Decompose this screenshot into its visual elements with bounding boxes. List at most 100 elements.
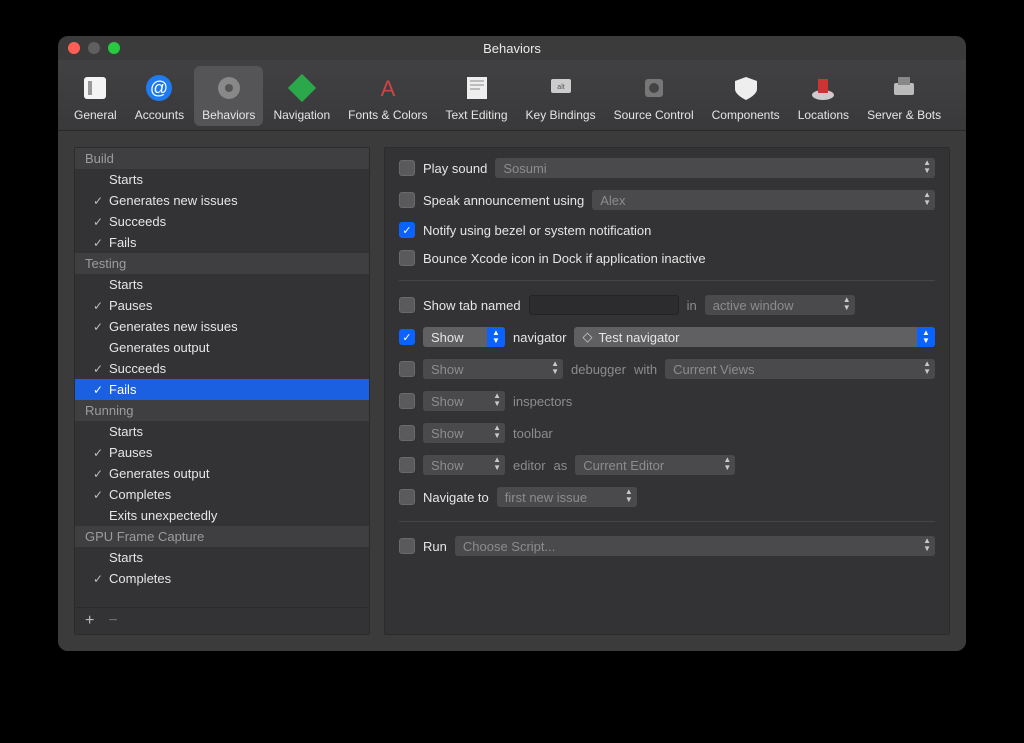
editor-checkbox[interactable] (399, 457, 415, 473)
chevron-updown-icon: ▲▼ (625, 488, 633, 504)
window-title: Behaviors (58, 41, 966, 56)
sidebar-item[interactable]: ✓Fails (75, 232, 369, 253)
checkmark-icon: ✓ (91, 194, 105, 208)
toolbar-tab-behaviors[interactable]: Behaviors (194, 66, 263, 126)
toolbar-icon: alt (543, 70, 579, 106)
debugger-action-select[interactable]: Show ▲▼ (423, 359, 563, 379)
bounce-checkbox[interactable] (399, 250, 415, 266)
toolbar-tab-locations[interactable]: Locations (790, 66, 857, 126)
play-sound-select[interactable]: Sosumi ▲▼ (495, 158, 935, 178)
navigator-value-select[interactable]: ◇ Test navigator ▲▼ (574, 327, 935, 347)
navigate-checkbox[interactable] (399, 489, 415, 505)
navigate-value-select[interactable]: first new issue ▲▼ (497, 487, 637, 507)
sidebar-item[interactable]: ✓Generates new issues (75, 190, 369, 211)
speak-label: Speak announcement using (423, 193, 584, 208)
sidebar-item[interactable]: Starts (75, 547, 369, 568)
editor-action-select[interactable]: Show ▲▼ (423, 455, 505, 475)
sidebar-item[interactable]: Starts (75, 421, 369, 442)
add-behavior-button[interactable]: + (85, 612, 94, 630)
sidebar-item[interactable]: ✓Fails (75, 379, 369, 400)
toolbar-icon (886, 70, 922, 106)
checkmark-icon: ✓ (91, 572, 105, 586)
chevron-updown-icon: ▲▼ (723, 456, 731, 472)
show-tab-label: Show tab named (423, 298, 521, 313)
chevron-updown-icon: ▲▼ (923, 159, 931, 175)
toolbar-tab-server-bots[interactable]: Server & Bots (859, 66, 949, 126)
tab-window-select[interactable]: active window ▲▼ (705, 295, 855, 315)
toolbar-icon (805, 70, 841, 106)
sidebar-item[interactable]: Starts (75, 274, 369, 295)
debugger-views-select[interactable]: Current Views ▲▼ (665, 359, 935, 379)
toolbar-tab-accounts[interactable]: @Accounts (127, 66, 192, 126)
toolbar-icon (636, 70, 672, 106)
sidebar-item[interactable]: Starts (75, 169, 369, 190)
play-sound-checkbox[interactable] (399, 160, 415, 176)
preferences-window: Behaviors General@AccountsBehaviorsNavig… (58, 36, 966, 651)
sidebar-item[interactable]: ✓Generates output (75, 463, 369, 484)
checkmark-icon: ✓ (91, 467, 105, 481)
sidebar-item[interactable]: Exits unexpectedly (75, 505, 369, 526)
sidebar-item[interactable]: ✓Generates new issues (75, 316, 369, 337)
toolbar-tab-general[interactable]: General (66, 66, 125, 126)
show-tab-checkbox[interactable] (399, 297, 415, 313)
remove-behavior-button[interactable]: − (108, 612, 117, 630)
notify-checkbox[interactable]: ✓ (399, 222, 415, 238)
sidebar-item[interactable]: ✓Pauses (75, 442, 369, 463)
behaviors-list[interactable]: BuildStarts✓Generates new issues✓Succeed… (75, 148, 369, 607)
content-area: BuildStarts✓Generates new issues✓Succeed… (58, 131, 966, 651)
inspectors-checkbox[interactable] (399, 393, 415, 409)
toolbar-row: Show ▲▼ toolbar (399, 423, 935, 443)
toolbar-tab-fonts-colors[interactable]: AFonts & Colors (340, 66, 435, 126)
debugger-checkbox[interactable] (399, 361, 415, 377)
play-sound-row: Play sound Sosumi ▲▼ (399, 158, 935, 178)
toolbar-tab-key-bindings[interactable]: altKey Bindings (518, 66, 604, 126)
toolbar-icon (728, 70, 764, 106)
chevron-updown-icon: ▲▼ (493, 424, 501, 440)
navigator-label: navigator (513, 330, 566, 345)
checkmark-icon: ✓ (91, 383, 105, 397)
speak-row: Speak announcement using Alex ▲▼ (399, 190, 935, 210)
checkmark-icon: ✓ (91, 215, 105, 229)
chevron-updown-icon: ▲▼ (843, 296, 851, 312)
sidebar-item[interactable]: ✓Pauses (75, 295, 369, 316)
run-script-select[interactable]: Choose Script... ▲▼ (455, 536, 935, 556)
navigate-row: Navigate to first new issue ▲▼ (399, 487, 935, 507)
checkmark-icon: ✓ (91, 236, 105, 250)
toolbar-icon (284, 70, 320, 106)
toolbar-tab-navigation[interactable]: Navigation (265, 66, 338, 126)
checkmark-icon: ✓ (91, 446, 105, 460)
notify-row: ✓ Notify using bezel or system notificat… (399, 222, 935, 238)
navigator-row: ✓ Show ▲▼ navigator ◇ Test navigator ▲▼ (399, 327, 935, 347)
toolbar-tab-components[interactable]: Components (704, 66, 788, 126)
inspectors-action-select[interactable]: Show ▲▼ (423, 391, 505, 411)
checkmark-icon: ✓ (91, 362, 105, 376)
sidebar-group-build: Build (75, 148, 369, 169)
sidebar-item[interactable]: ✓Completes (75, 568, 369, 589)
inspectors-row: Show ▲▼ inspectors (399, 391, 935, 411)
toolbar-action-select[interactable]: Show ▲▼ (423, 423, 505, 443)
toolbar-icon (459, 70, 495, 106)
tab-name-input[interactable] (529, 295, 679, 315)
sidebar-item[interactable]: Generates output (75, 337, 369, 358)
sidebar-group-gpu-frame-capture: GPU Frame Capture (75, 526, 369, 547)
toolbar-tab-text-editing[interactable]: Text Editing (438, 66, 516, 126)
separator (399, 521, 935, 522)
toolbar-icon: @ (141, 70, 177, 106)
toolbar-checkbox[interactable] (399, 425, 415, 441)
sidebar-item[interactable]: ✓Succeeds (75, 358, 369, 379)
editor-value-select[interactable]: Current Editor ▲▼ (575, 455, 735, 475)
separator (399, 280, 935, 281)
show-tab-row: Show tab named in active window ▲▼ (399, 295, 935, 315)
bounce-row: Bounce Xcode icon in Dock if application… (399, 250, 935, 266)
behaviors-sidebar: BuildStarts✓Generates new issues✓Succeed… (74, 147, 370, 635)
run-checkbox[interactable] (399, 538, 415, 554)
navigator-checkbox[interactable]: ✓ (399, 329, 415, 345)
speak-checkbox[interactable] (399, 192, 415, 208)
toolbar-icon: A (370, 70, 406, 106)
toolbar-tab-source-control[interactable]: Source Control (606, 66, 702, 126)
speak-voice-select[interactable]: Alex ▲▼ (592, 190, 935, 210)
svg-text:alt: alt (557, 84, 564, 91)
sidebar-item[interactable]: ✓Succeeds (75, 211, 369, 232)
navigator-action-select[interactable]: Show ▲▼ (423, 327, 505, 347)
sidebar-item[interactable]: ✓Completes (75, 484, 369, 505)
